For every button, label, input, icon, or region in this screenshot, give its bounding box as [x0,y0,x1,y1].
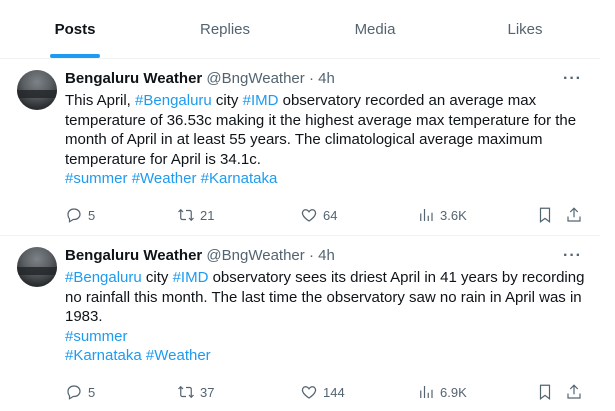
tab-label: Likes [507,20,543,38]
hashtag-line: #Karnataka #Weather [65,346,585,366]
reply-icon [67,208,81,223]
hashtag-link[interactable]: #summer [65,170,128,187]
tab-media[interactable]: Media [300,0,450,58]
tab-label: Posts [54,20,96,38]
post-header: Bengaluru Weather @BngWeather · 4h [65,246,585,266]
post-text-segment: This April, [65,92,136,109]
post-content: Bengaluru Weather @BngWeather · 4h #Beng… [65,246,585,366]
bookmark-button[interactable] [536,206,554,224]
hashtag-link[interactable]: #Bengaluru [135,92,212,109]
tab-likes[interactable]: Likes [450,0,600,58]
reply-icon [67,385,81,400]
bookmark-icon [539,384,551,400]
post-time[interactable]: · 4h [309,70,335,87]
post-text-segment: city [211,92,243,109]
post-content: Bengaluru Weather @BngWeather · 4h This … [65,69,585,189]
views-button[interactable]: 6.9K [417,383,467,401]
tab-posts[interactable]: Posts [0,0,150,58]
post-header: Bengaluru Weather @BngWeather · 4h [65,69,585,89]
views-count: 3.6K [440,207,467,223]
post-actions: 5 37 144 6.9K [65,383,585,403]
share-button[interactable] [565,383,583,401]
reply-count: 5 [88,207,96,223]
repost-button[interactable]: 37 [177,383,214,401]
post-text-segment: city [141,269,173,286]
hashtag-link[interactable]: #Bengaluru [65,269,142,286]
views-button[interactable]: 3.6K [417,206,467,224]
repost-button[interactable]: 21 [177,206,214,224]
profile-tabs: Posts Replies Media Likes [0,0,600,59]
reply-count: 5 [88,384,96,400]
share-button[interactable] [565,206,583,224]
reply-button[interactable]: 5 [65,206,95,224]
bookmark-button[interactable] [536,383,554,401]
tab-label: Replies [199,20,251,38]
avatar[interactable] [17,70,57,110]
hashtag-link[interactable]: #Weather [146,347,211,364]
more-horizontal-icon[interactable]: ··· [563,70,582,88]
views-chart-icon [420,209,433,221]
more-horizontal-icon[interactable]: ··· [563,247,582,265]
post-paragraph: This April, #Bengaluru city #IMD observa… [65,91,585,169]
repost-icon [178,385,194,399]
repost-count: 37 [200,384,215,400]
post-time[interactable]: · 4h [309,247,335,264]
heart-icon [301,209,317,222]
author-handle[interactable]: @BngWeather [206,70,304,87]
hashtag-line: #summer #Weather #Karnataka [65,169,585,189]
hashtag-link[interactable]: #Karnataka [201,170,278,187]
post-text: #Bengaluru city #IMD observatory sees it… [65,268,585,366]
like-count: 144 [323,384,345,400]
heart-icon [301,386,317,399]
repost-icon [178,208,194,222]
tab-label: Media [354,20,396,38]
post-hashtags: #summer #Karnataka #Weather [65,327,585,366]
post-actions: 5 21 64 3.6K [65,206,585,226]
post[interactable]: Bengaluru Weather @BngWeather · 4h This … [0,60,600,236]
like-button[interactable]: 64 [300,206,337,224]
post-hashtags: #summer #Weather #Karnataka [65,169,585,189]
active-tab-indicator [50,54,100,58]
hashtag-link[interactable]: #Karnataka [65,347,142,364]
share-icon [567,384,581,399]
like-button[interactable]: 144 [300,383,345,401]
post-paragraph: #Bengaluru city #IMD observatory sees it… [65,268,585,327]
tab-replies[interactable]: Replies [150,0,300,58]
hashtag-link[interactable]: #Weather [132,170,197,187]
hashtag-line: #summer [65,327,585,347]
hashtag-link[interactable]: #IMD [243,92,279,109]
bookmark-icon [539,207,551,223]
avatar[interactable] [17,247,57,287]
reply-button[interactable]: 5 [65,383,95,401]
like-count: 64 [323,207,338,223]
share-icon [567,207,581,222]
views-chart-icon [420,386,433,398]
hashtag-link[interactable]: #summer [65,328,128,345]
post[interactable]: Bengaluru Weather @BngWeather · 4h #Beng… [0,237,600,411]
views-count: 6.9K [440,384,467,400]
hashtag-link[interactable]: #IMD [173,269,209,286]
author-handle[interactable]: @BngWeather [206,247,304,264]
author-name[interactable]: Bengaluru Weather [65,247,202,264]
post-text: This April, #Bengaluru city #IMD observa… [65,91,585,189]
repost-count: 21 [200,207,215,223]
author-name[interactable]: Bengaluru Weather [65,70,202,87]
